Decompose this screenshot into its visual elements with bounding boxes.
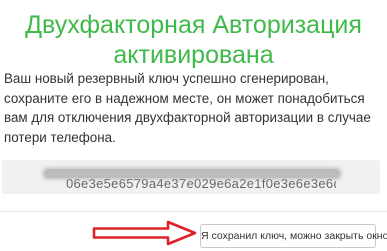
dialog-title-line-2: активирована bbox=[113, 41, 274, 69]
dialog-message: Ваш новый резервный ключ успешно сгенери… bbox=[4, 71, 371, 145]
footer-divider bbox=[0, 211, 387, 212]
backup-code-box: 06e3e5e6579a4e37e029e6a2e1f0e3e6e3e6d bbox=[2, 160, 380, 194]
close-dialog-button[interactable]: Я сохранил ключ, можно закрыть окно bbox=[200, 224, 387, 248]
dialog-title-line-1: Двухфакторная Авторизация bbox=[25, 11, 362, 39]
dialog-title: Двухфакторная Авторизация активирована bbox=[0, 10, 387, 70]
backup-code-text: 06e3e5e6579a4e37e029e6a2e1f0e3e6e3e6d bbox=[66, 176, 336, 191]
backup-code-redaction bbox=[44, 169, 340, 178]
two-factor-dialog: Двухфакторная Авторизация активирована В… bbox=[0, 0, 387, 251]
red-arrow-icon bbox=[92, 220, 197, 246]
